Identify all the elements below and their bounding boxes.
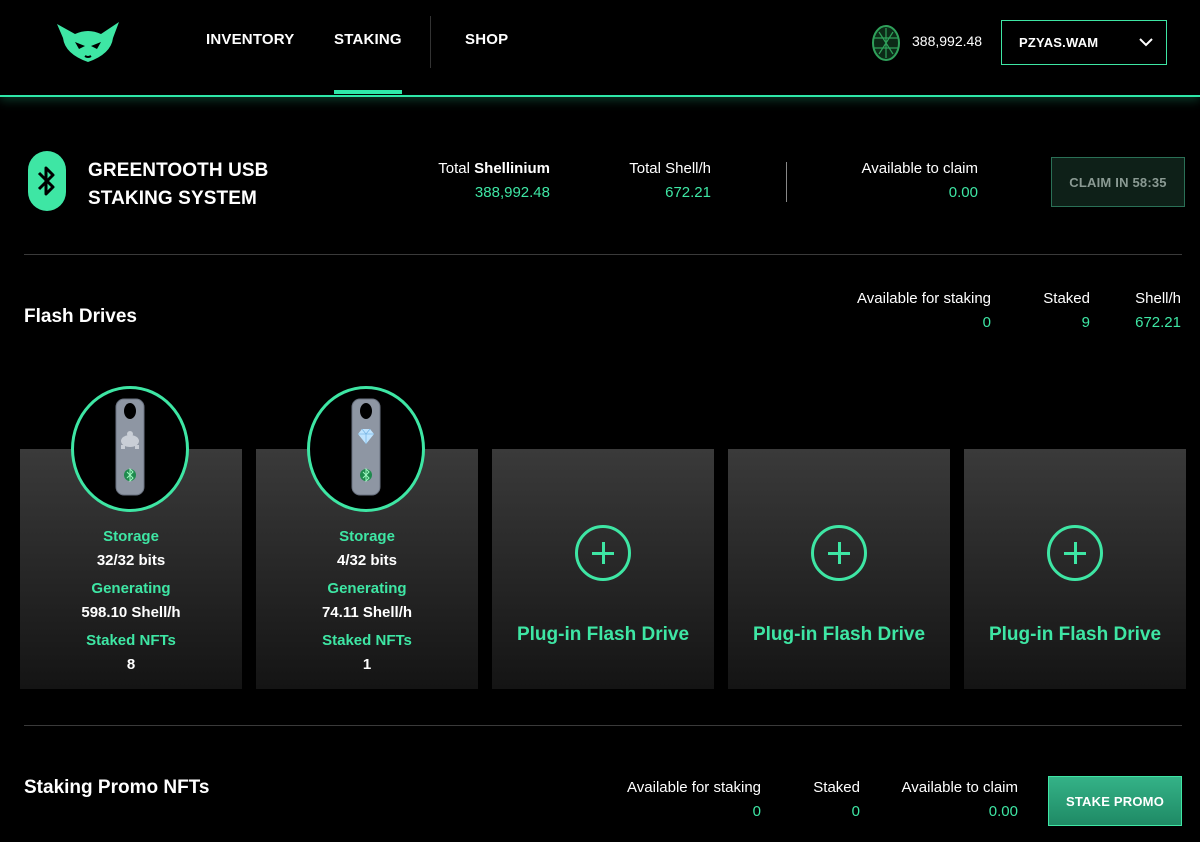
plus-circle-icon[interactable] <box>1047 525 1103 581</box>
usb-drive-icon <box>351 398 381 496</box>
flash-shell-value: 672.21 <box>1135 314 1181 331</box>
total-prefix: Total <box>438 160 470 177</box>
empty-slot-card[interactable]: Plug-in Flash Drive <box>964 449 1186 689</box>
plus-circle-icon[interactable] <box>575 525 631 581</box>
account-dropdown[interactable]: PZYAS.WAM <box>1001 20 1167 65</box>
claim-button[interactable]: CLAIM IN 58:35 <box>1051 157 1185 207</box>
staked-nfts-label: Staked NFTs <box>86 632 176 649</box>
system-title-line1: GREENTOOTH USB <box>88 160 269 181</box>
plug-in-label: Plug-in Flash Drive <box>988 624 1162 645</box>
total-shellinium-value: 388,992.48 <box>474 184 550 201</box>
stat-divider <box>786 162 787 202</box>
nav-divider <box>430 16 431 68</box>
promo-available-label: Available for staking <box>627 779 761 796</box>
available-claim-stat: Available to claim 0.00 <box>862 157 978 205</box>
storage-value: 32/32 bits <box>96 552 166 569</box>
flash-shell-stat: Shell/h 672.21 <box>1135 287 1181 335</box>
chevron-down-icon <box>1139 38 1153 47</box>
empty-slot-card[interactable]: Plug-in Flash Drive <box>728 449 950 689</box>
account-name: PZYAS.WAM <box>1019 35 1099 50</box>
flash-available-value: 0 <box>982 314 991 331</box>
usb-drive-icon <box>115 398 145 496</box>
drive-info: Storage 32/32 bits Generating 598.10 She… <box>20 525 242 681</box>
generating-label: Generating <box>327 580 407 597</box>
shellinium-label: Shellinium <box>474 160 550 177</box>
stake-promo-button[interactable]: STAKE PROMO <box>1048 776 1182 826</box>
storage-value: 4/32 bits <box>336 552 398 569</box>
generating-value: 598.10 Shell/h <box>81 604 181 621</box>
available-claim-label: Available to claim <box>861 160 978 177</box>
flash-staked-stat: Staked 9 <box>1043 287 1090 335</box>
available-claim-value: 0.00 <box>948 184 978 201</box>
nav-shop[interactable]: SHOP <box>465 31 508 48</box>
flash-staked-label: Staked <box>1043 290 1090 307</box>
fox-logo-icon[interactable] <box>55 18 121 64</box>
generating-label: Generating <box>91 580 171 597</box>
plug-in-label: Plug-in Flash Drive <box>516 624 690 645</box>
plus-circle-icon[interactable] <box>811 525 867 581</box>
shell-balance: 388,992.48 <box>912 33 983 49</box>
divider <box>24 254 1182 255</box>
promo-claim-stat: Available to claim 0.00 <box>902 776 1018 824</box>
plug-in-label: Plug-in Flash Drive <box>752 624 926 645</box>
flash-available-stat: Available for staking 0 <box>857 287 991 335</box>
staked-nfts-label: Staked NFTs <box>322 632 412 649</box>
nav-staking[interactable]: STAKING <box>334 31 402 94</box>
total-shell-label: Total Shell/h <box>629 160 711 177</box>
generating-value: 74.11 Shell/h <box>321 604 413 621</box>
promo-staked-label: Staked <box>813 779 860 796</box>
system-title: GREENTOOTH USB STAKING SYSTEM <box>88 157 269 213</box>
flash-staked-value: 9 <box>1081 314 1090 331</box>
promo-claim-value: 0.00 <box>988 803 1018 820</box>
empty-slot-card[interactable]: Plug-in Flash Drive <box>492 449 714 689</box>
flash-drives-title: Flash Drives <box>24 306 137 327</box>
turtle-shell-icon <box>872 25 900 61</box>
bluetooth-icon <box>28 151 66 211</box>
promo-claim-label: Available to claim <box>901 779 1018 796</box>
system-title-line2: STAKING SYSTEM <box>88 188 257 209</box>
promo-staked-value: 0 <box>851 803 860 820</box>
promo-available-stat: Available for staking 0 <box>627 776 761 824</box>
divider <box>24 725 1182 726</box>
promo-staked-stat: Staked 0 <box>813 776 860 824</box>
drive-info: Storage 4/32 bits Generating 74.11 Shell… <box>256 525 478 681</box>
staked-nfts-value: 1 <box>362 656 372 673</box>
flash-drive-image[interactable] <box>307 386 425 512</box>
staked-nfts-value: 8 <box>126 656 136 673</box>
total-shell-value: 672.21 <box>665 184 711 201</box>
flash-drive-image[interactable] <box>71 386 189 512</box>
top-nav: INVENTORY STAKING SHOP 388,992.48 PZYAS.… <box>0 0 1200 97</box>
promo-available-value: 0 <box>752 803 761 820</box>
storage-label: Storage <box>339 528 395 545</box>
flash-shell-label: Shell/h <box>1135 290 1181 307</box>
flash-available-label: Available for staking <box>857 290 991 307</box>
total-shellinium-stat: Total Shellinium 388,992.48 <box>438 157 550 205</box>
nav-inventory[interactable]: INVENTORY <box>206 31 294 48</box>
storage-label: Storage <box>103 528 159 545</box>
total-shell-stat: Total Shell/h 672.21 <box>629 157 711 205</box>
promo-title: Staking Promo NFTs <box>24 777 210 798</box>
